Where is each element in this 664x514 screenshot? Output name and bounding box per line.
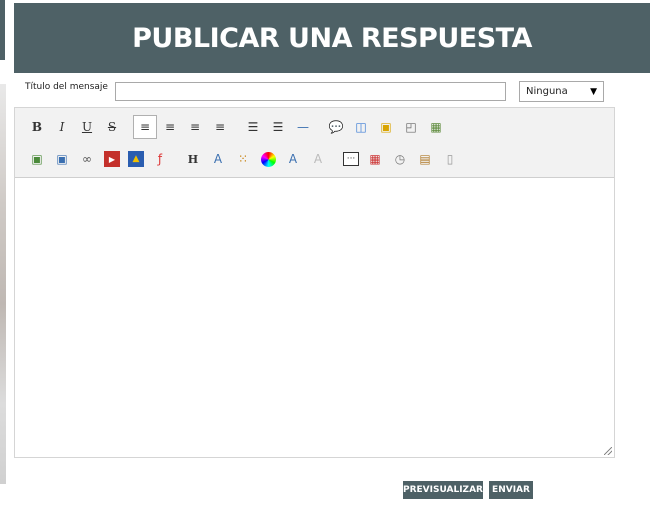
bold-icon[interactable]: B bbox=[25, 115, 49, 139]
image-icon[interactable]: ▣ bbox=[25, 147, 49, 171]
youtube-icon[interactable]: ▶ bbox=[104, 151, 120, 167]
more-icon[interactable]: ··· bbox=[343, 152, 359, 166]
numbered-list-icon[interactable]: ☰ bbox=[266, 115, 290, 139]
heading-icon[interactable]: H bbox=[181, 147, 205, 171]
remove-format-icon[interactable]: A bbox=[306, 147, 330, 171]
align-center-icon[interactable]: ≡ bbox=[158, 115, 182, 139]
code-icon[interactable]: ◫ bbox=[349, 115, 373, 139]
message-icon-select[interactable]: Ninguna ▼ bbox=[519, 81, 604, 102]
table-icon[interactable]: ▦ bbox=[424, 115, 448, 139]
color-grid-icon[interactable]: ⁙ bbox=[231, 147, 255, 171]
page-header: PUBLICAR UNA RESPUESTA bbox=[14, 3, 650, 73]
chevron-down-icon: ▼ bbox=[590, 86, 597, 97]
resize-handle[interactable] bbox=[604, 447, 612, 455]
font-family-icon[interactable]: A bbox=[281, 147, 305, 171]
message-editor: B I U S ≡ ≡ ≡ ≡ ☰ ☰ — 💬 ◫ ▣ ◰ ▦ ▣ ▣ ∞ ▶ ▲ ƒ H A ⁙ A A ··· ▦ ◷ ▤ ▯ bbox=[14, 107, 615, 458]
message-textarea[interactable] bbox=[15, 179, 614, 457]
bullet-list-icon[interactable]: ☰ bbox=[241, 115, 265, 139]
italic-icon[interactable]: I bbox=[50, 115, 74, 139]
preview-button[interactable]: PREVISUALIZAR bbox=[403, 481, 483, 499]
subject-label: Título del mensaje bbox=[25, 82, 108, 92]
editor-toolbar: B I U S ≡ ≡ ≡ ≡ ☰ ☰ — 💬 ◫ ▣ ◰ ▦ ▣ ▣ ∞ ▶ ▲ ƒ H A ⁙ A A ··· ▦ ◷ ▤ ▯ bbox=[15, 108, 614, 178]
dailymotion-icon[interactable]: ▲ bbox=[128, 151, 144, 167]
left-edge-bar bbox=[0, 0, 5, 60]
date-icon[interactable]: ▦ bbox=[363, 147, 387, 171]
toolbar-row-1: B I U S ≡ ≡ ≡ ≡ ☰ ☰ — 💬 ◫ ▣ ◰ ▦ bbox=[25, 115, 449, 139]
toolbar-row-2: ▣ ▣ ∞ ▶ ▲ ƒ H A ⁙ A A ··· ▦ ◷ ▤ ▯ bbox=[25, 147, 463, 171]
send-button[interactable]: ENVIAR bbox=[489, 481, 533, 499]
flash-icon[interactable]: ƒ bbox=[148, 147, 172, 171]
page-title: PUBLICAR UNA RESPUESTA bbox=[132, 22, 532, 54]
subject-input[interactable] bbox=[115, 82, 506, 101]
align-left-icon[interactable]: ≡ bbox=[133, 115, 157, 139]
quote-icon[interactable]: 💬 bbox=[324, 115, 348, 139]
link-icon[interactable]: ∞ bbox=[75, 147, 99, 171]
left-edge-photo bbox=[0, 84, 6, 484]
horizontal-rule-icon[interactable]: — bbox=[291, 115, 315, 139]
font-size-icon[interactable]: A bbox=[206, 147, 230, 171]
hide-icon[interactable]: ◰ bbox=[399, 115, 423, 139]
spoiler-icon[interactable]: ▣ bbox=[374, 115, 398, 139]
time-icon[interactable]: ◷ bbox=[388, 147, 412, 171]
align-right-icon[interactable]: ≡ bbox=[183, 115, 207, 139]
underline-icon[interactable]: U bbox=[75, 115, 99, 139]
strikethrough-icon[interactable]: S bbox=[100, 115, 124, 139]
align-justify-icon[interactable]: ≡ bbox=[208, 115, 232, 139]
source-icon[interactable]: ▯ bbox=[438, 147, 462, 171]
message-icon-select-value: Ninguna bbox=[526, 86, 568, 97]
image-upload-icon[interactable]: ▣ bbox=[50, 147, 74, 171]
color-wheel-icon[interactable] bbox=[256, 147, 280, 171]
paste-icon[interactable]: ▤ bbox=[413, 147, 437, 171]
